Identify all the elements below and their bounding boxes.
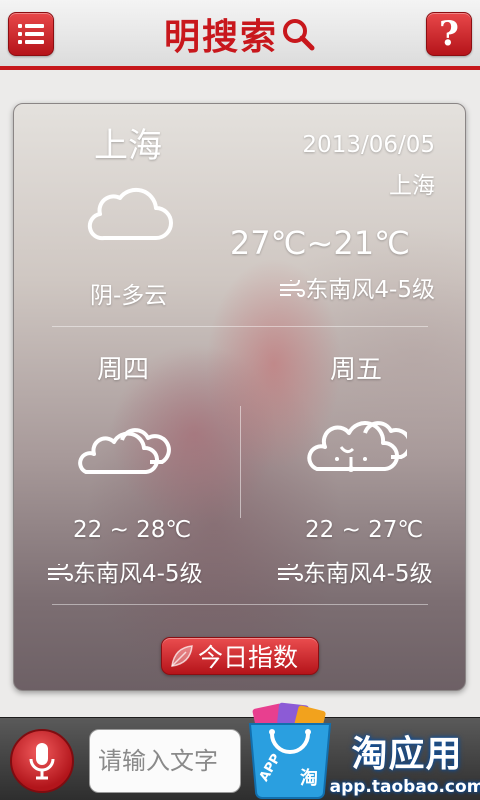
taobao-bag-icon[interactable]: APP 淘 [244, 700, 336, 800]
forecast-day-2: 周五 [330, 355, 383, 385]
search-icon [283, 19, 315, 51]
help-button[interactable]: ? [426, 12, 472, 56]
cloudy-icon [78, 428, 171, 474]
city-name: 上海 [94, 126, 162, 166]
divider-top [52, 326, 428, 327]
today-index-label: 今日指数 [197, 643, 298, 672]
city-sub-label: 上海 [389, 173, 435, 199]
rain-cloud-icon [307, 421, 407, 472]
divider-vertical [240, 406, 241, 518]
forecast-day-1: 周四 [97, 355, 150, 385]
bag-tao-text: 淘 [300, 767, 318, 789]
voice-input-button[interactable] [10, 729, 74, 793]
wind-icon [278, 560, 303, 581]
search-input[interactable] [89, 729, 241, 793]
today-temperature: 27℃~21℃ [229, 224, 410, 262]
date-label: 2013/06/05 [302, 132, 435, 158]
wind-icon [280, 276, 306, 297]
cloud-icon [87, 187, 173, 241]
ad-title: 淘应用 [351, 734, 463, 775]
forecast-range-2: 22 ~ 27℃ [305, 517, 424, 543]
forecast-wind-text-2: 东南风4-5级 [303, 561, 433, 587]
today-wind: 东南风4-5级 [279, 270, 435, 304]
taobao-app-ad[interactable]: 淘应用 app.taobao.com [330, 722, 480, 800]
ad-url: app.taobao.com [329, 777, 480, 797]
weather-card: 上海 2013/06/05 上海 27℃~21℃ 阴-多云 东南风4-5级 周四… [13, 103, 466, 691]
today-condition: 阴-多云 [90, 283, 168, 309]
app-logo: 明搜索 [0, 10, 480, 58]
forecast-range-1: 22 ~ 28℃ [73, 517, 192, 543]
today-index-button[interactable]: 今日指数 [161, 637, 319, 675]
microphone-icon [29, 743, 55, 780]
top-header: 明搜索 ? [0, 0, 480, 70]
forecast-wind-text-1: 东南风4-5级 [73, 561, 203, 587]
help-label: ? [439, 14, 459, 54]
today-wind-text: 东南风4-5级 [305, 277, 435, 303]
app-title: 明搜索 [163, 16, 278, 58]
forecast-wind-2: 东南风4-5级 [277, 554, 433, 588]
divider-bottom [52, 604, 428, 605]
forecast-wind-1: 东南风4-5级 [47, 554, 203, 588]
wind-icon [48, 560, 73, 581]
leaf-icon [171, 645, 193, 667]
